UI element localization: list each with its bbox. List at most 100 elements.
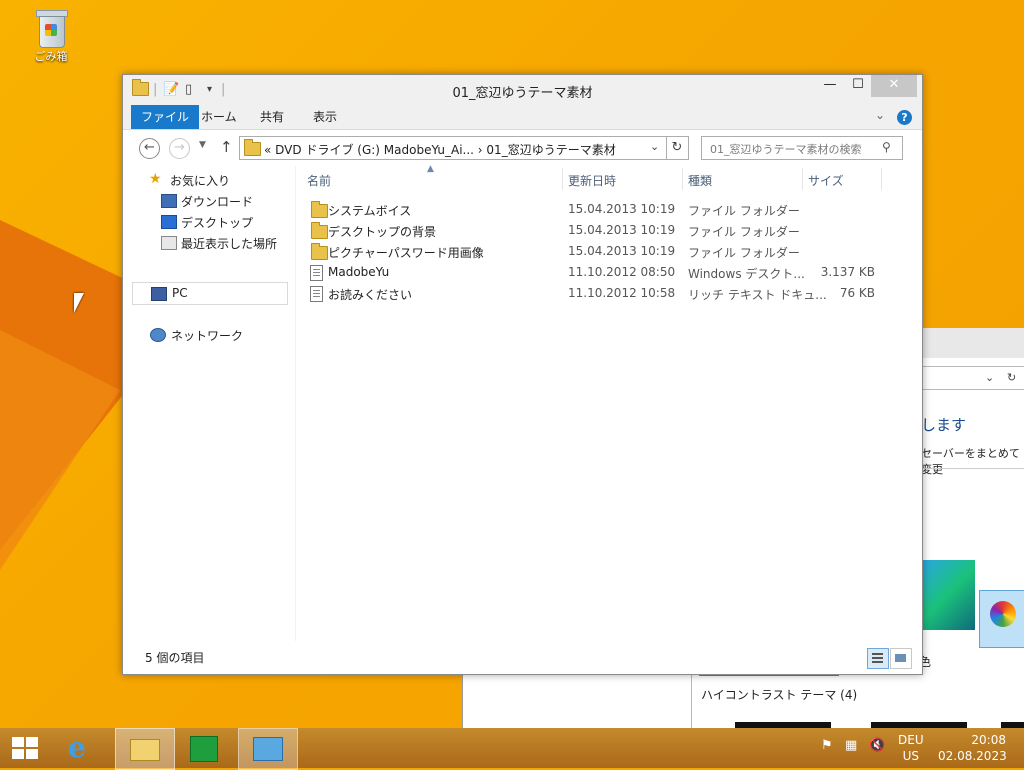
status-bar: 5 個の項目 <box>123 641 922 673</box>
details-view-button[interactable] <box>867 648 889 669</box>
refresh-button[interactable]: ↻ <box>666 136 689 160</box>
network-icon <box>150 328 166 342</box>
file-type: ファイル フォルダー <box>688 246 800 260</box>
taskbar-internet-explorer[interactable]: e <box>58 728 116 768</box>
desktop-wallpaper-shape <box>0 330 120 570</box>
nav-item-pc[interactable]: PC <box>132 282 288 305</box>
divider <box>691 673 692 728</box>
file-date: 11.10.2012 08:50 <box>568 265 676 279</box>
file-type: Windows デスクト... <box>688 267 805 281</box>
nav-label: ダウンロード <box>181 195 254 209</box>
forward-button[interactable]: → <box>169 138 190 159</box>
action-center-flag-icon[interactable]: ⚑ <box>821 738 833 753</box>
language-code: DEU <box>898 733 924 747</box>
volume-muted-icon[interactable]: 🔇 <box>869 738 885 753</box>
refresh-icon[interactable]: ↻ <box>1007 371 1016 384</box>
address-bar[interactable]: « DVD ドライブ (G:) MadobeYu_Ai... › 01_窓辺ゆう… <box>239 136 667 160</box>
recent-locations-chevron-icon[interactable]: ▼ <box>199 140 206 150</box>
file-name: お読みください <box>328 288 413 302</box>
navigation-pane: ★ お気に入り ダウンロード デスクトップ 最近表示した場所 PC ネットワーク <box>123 166 296 641</box>
file-list: ▲ 名前 更新日時 種類 サイズ システムボイス 15.04.2013 10:1… <box>297 164 917 641</box>
file-row[interactable]: システムボイス 15.04.2013 10:19 ファイル フォルダー <box>297 199 917 220</box>
recycle-bin-desktop-icon[interactable]: ごみ箱 <box>26 8 76 64</box>
search-input[interactable]: 01_窓辺ゆうテーマ素材の検索 ⚲ <box>701 136 903 160</box>
chevron-down-icon[interactable]: ⌄ <box>985 371 994 384</box>
taskbar-file-explorer[interactable] <box>115 728 175 770</box>
file-name: MadobeYu <box>328 265 390 279</box>
file-name: ピクチャーパスワード用画像 <box>328 246 484 260</box>
store-icon <box>190 736 218 762</box>
folder-icon <box>311 222 328 242</box>
column-header-date[interactable]: 更新日時 <box>568 172 616 189</box>
tab-share[interactable]: 共有 <box>248 105 296 129</box>
column-separator[interactable] <box>682 168 683 190</box>
nav-item-network[interactable]: ネットワーク <box>123 324 295 345</box>
navigation-bar: ← → ▼ ↑ « DVD ドライブ (G:) MadobeYu_Ai... ›… <box>123 130 922 166</box>
download-icon <box>161 194 177 208</box>
sort-ascending-icon: ▲ <box>427 164 434 174</box>
nav-item-desktop[interactable]: デスクトップ <box>123 211 295 232</box>
file-row[interactable]: MadobeYu 11.10.2012 08:50 Windows デスクト..… <box>297 262 917 283</box>
clock-date: 02.08.2023 <box>938 749 1007 763</box>
background-window-heading: します <box>921 416 967 434</box>
file-date: 15.04.2013 10:19 <box>568 202 676 216</box>
file-name: デスクトップの背景 <box>328 225 437 239</box>
file-date: 15.04.2013 10:19 <box>568 244 676 258</box>
folder-icon <box>311 201 328 221</box>
back-button[interactable]: ← <box>139 138 160 159</box>
nav-item-favorites[interactable]: ★ お気に入り <box>123 169 295 190</box>
file-explorer-window[interactable]: | 📝 ▯ ▾ | 01_窓辺ゆうテーマ素材 — ☐ ✕ ファイル ホーム 共有… <box>122 74 923 675</box>
recycle-bin-icon <box>36 8 68 48</box>
large-icons-view-button[interactable] <box>890 648 912 669</box>
window-titlebar[interactable]: | 📝 ▯ ▾ | 01_窓辺ゆうテーマ素材 — ☐ ✕ <box>123 75 922 105</box>
file-row[interactable]: ピクチャーパスワード用画像 15.04.2013 10:19 ファイル フォルダ… <box>297 241 917 262</box>
color-theme-thumbnail[interactable] <box>979 590 1024 648</box>
nav-label: 最近表示した場所 <box>181 237 278 251</box>
tab-home[interactable]: ホーム <box>189 105 249 129</box>
taskbar-store[interactable] <box>175 728 233 768</box>
divider <box>918 468 1024 469</box>
nav-label: ネットワーク <box>171 329 244 343</box>
column-header-name[interactable]: 名前 <box>307 172 331 189</box>
column-separator[interactable] <box>562 168 563 190</box>
nav-label: デスクトップ <box>181 216 254 230</box>
up-button[interactable]: ↑ <box>220 138 233 156</box>
start-button[interactable] <box>0 728 58 768</box>
column-header-type[interactable]: 種類 <box>688 172 712 189</box>
recent-places-icon <box>161 236 177 250</box>
network-status-icon[interactable]: ▦ <box>845 738 857 753</box>
column-separator[interactable] <box>802 168 803 190</box>
close-button[interactable]: ✕ <box>871 75 917 97</box>
file-date: 11.10.2012 10:58 <box>568 286 676 300</box>
file-type: ファイル フォルダー <box>688 204 800 218</box>
file-explorer-icon <box>130 739 160 761</box>
search-placeholder: 01_窓辺ゆうテーマ素材の検索 <box>710 143 862 156</box>
chevron-down-icon[interactable]: ⌄ <box>650 140 659 153</box>
nav-label: PC <box>172 286 188 300</box>
help-icon[interactable]: ? <box>897 110 912 125</box>
column-separator[interactable] <box>881 168 882 190</box>
background-window-address-bar[interactable]: ⌄ ↻ <box>918 366 1024 390</box>
file-row[interactable]: デスクトップの背景 15.04.2013 10:19 ファイル フォルダー <box>297 220 917 241</box>
search-icon[interactable]: ⚲ <box>882 140 891 154</box>
expand-ribbon-chevron-icon[interactable]: ⌄ <box>875 108 885 122</box>
theme-thumbnail[interactable] <box>919 560 975 630</box>
pc-icon <box>151 287 167 301</box>
column-header-size[interactable]: サイズ <box>808 172 844 189</box>
nav-item-recent[interactable]: 最近表示した場所 <box>123 232 295 253</box>
taskbar-control-panel[interactable] <box>238 728 298 770</box>
breadcrumb[interactable]: « DVD ドライブ (G:) MadobeYu_Ai... › 01_窓辺ゆう… <box>264 141 616 158</box>
background-window-subtitle[interactable]: セーバーをまとめて変更 <box>921 445 1024 477</box>
high-contrast-section-label: ハイコントラスト テーマ (4) <box>701 688 858 702</box>
clock-time: 20:08 <box>971 733 1006 747</box>
file-type: ファイル フォルダー <box>688 225 800 239</box>
palette-icon <box>990 601 1016 627</box>
clock[interactable]: 20:08 02.08.2023 <box>938 732 1007 764</box>
file-row[interactable]: お読みください 11.10.2012 10:58 リッチ テキスト ドキュ...… <box>297 283 917 304</box>
input-language-indicator[interactable]: DEU US <box>898 732 924 764</box>
document-icon <box>310 286 323 302</box>
nav-item-downloads[interactable]: ダウンロード <box>123 190 295 211</box>
recycle-bin-label: ごみ箱 <box>34 50 68 63</box>
tab-view[interactable]: 表示 <box>301 105 349 129</box>
keyboard-layout: US <box>902 749 919 763</box>
